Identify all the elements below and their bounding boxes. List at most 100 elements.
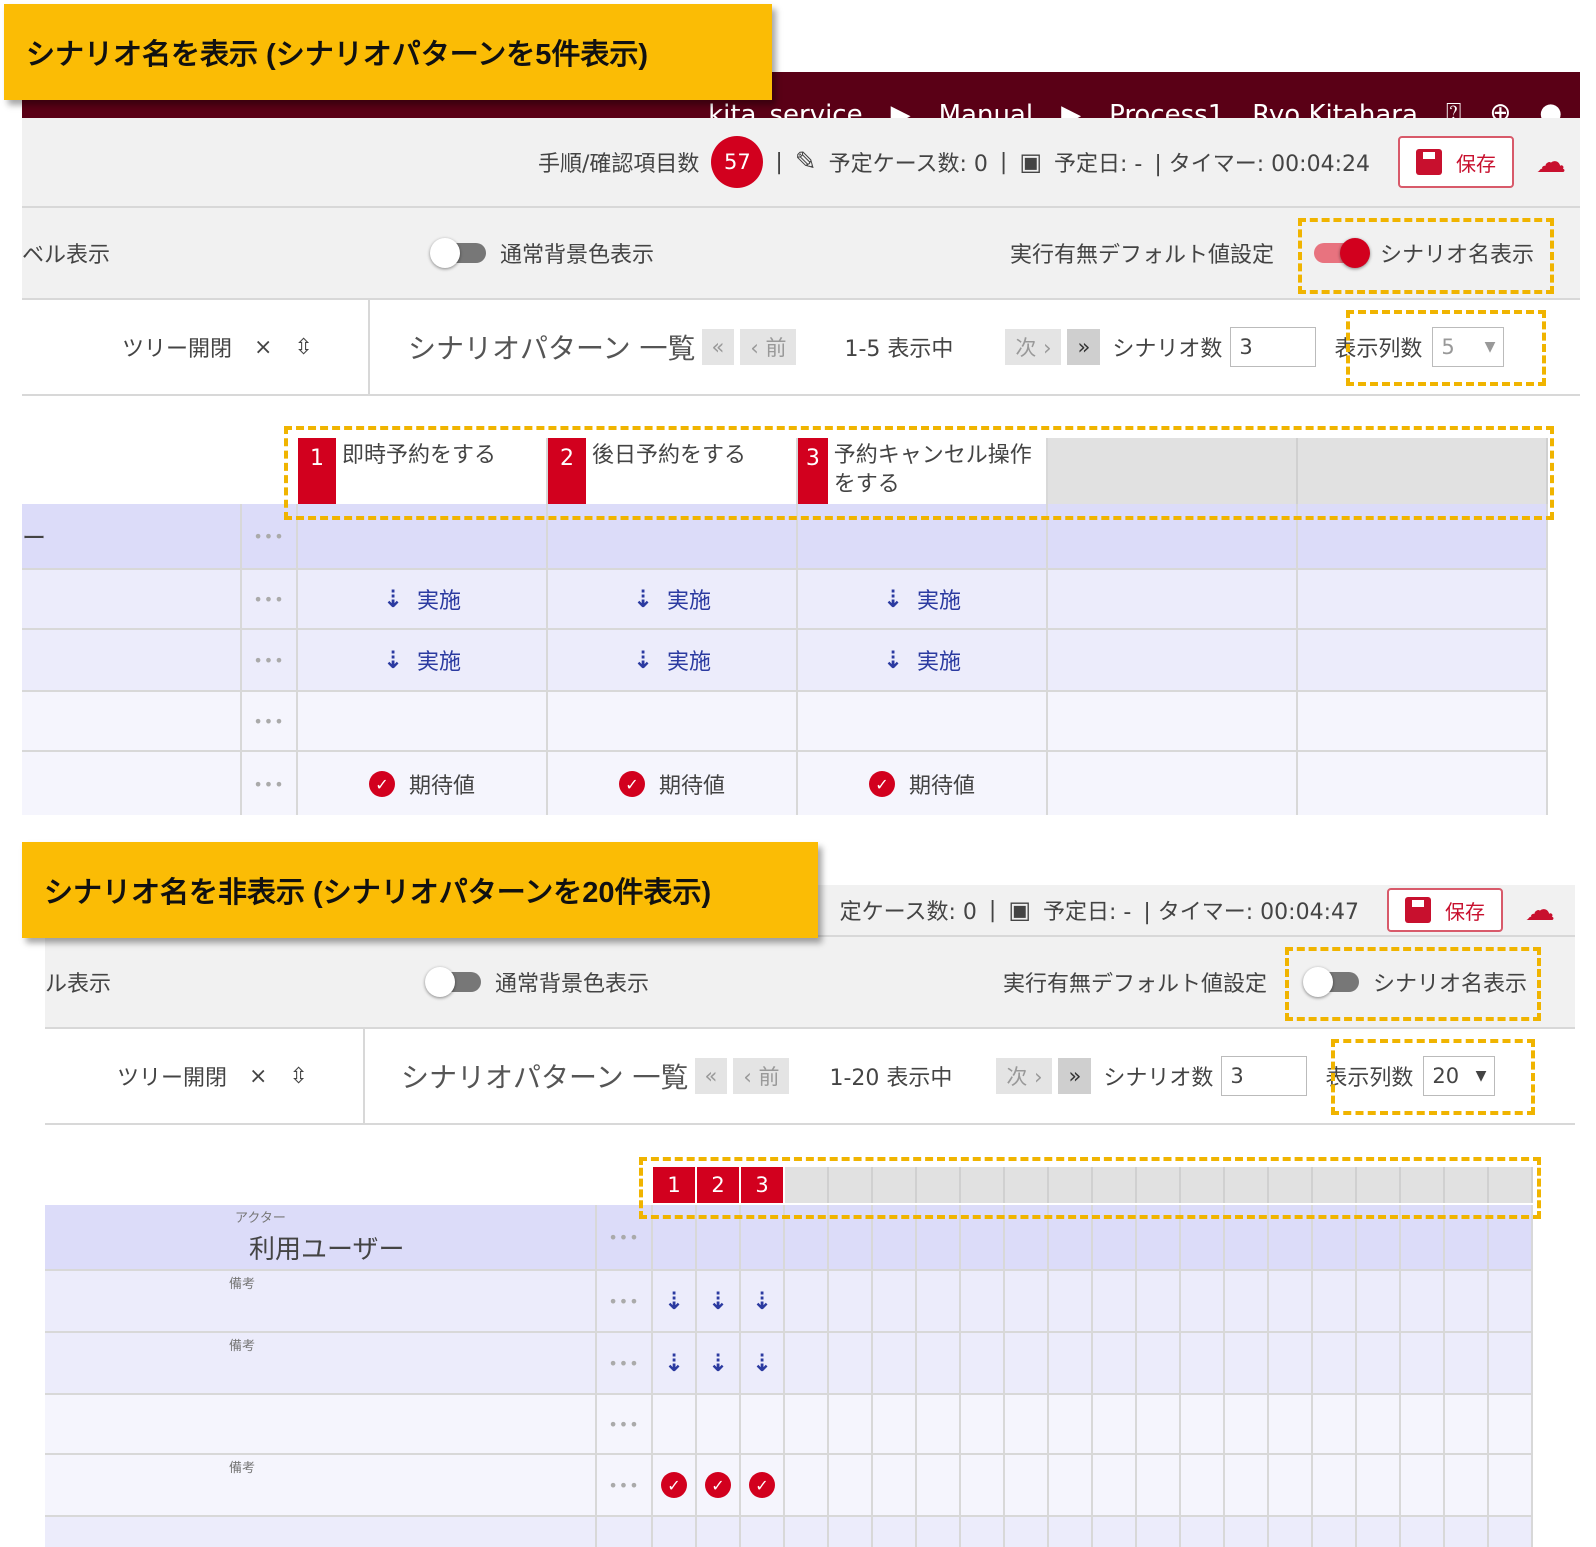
table-cell[interactable]: ✓	[653, 1455, 697, 1515]
table-cell[interactable]	[1313, 1455, 1357, 1515]
scenario-number[interactable]: 1	[653, 1167, 697, 1203]
expand-icon[interactable]: ⇳	[289, 1064, 307, 1089]
table-cell[interactable]	[1357, 1333, 1401, 1393]
table-cell[interactable]	[1181, 1333, 1225, 1393]
scenario-number[interactable]: 2	[697, 1167, 741, 1203]
row-menu-icon[interactable]: •••	[597, 1205, 653, 1269]
save-button[interactable]: 保存	[1387, 888, 1503, 932]
table-cell[interactable]	[1048, 692, 1298, 750]
help-circle-icon[interactable]: ⍰	[1446, 100, 1462, 118]
globe-icon[interactable]: ⊕	[1490, 100, 1512, 118]
table-cell[interactable]	[1313, 1395, 1357, 1453]
table-cell[interactable]	[873, 1517, 917, 1547]
table-cell[interactable]: ⇣	[697, 1333, 741, 1393]
table-cell[interactable]: ⇣	[697, 1271, 741, 1331]
table-cell[interactable]	[1269, 1333, 1313, 1393]
table-cell[interactable]	[1225, 1271, 1269, 1331]
table-cell[interactable]	[1005, 1395, 1049, 1453]
table-cell[interactable]	[1401, 1333, 1445, 1393]
table-cell[interactable]	[829, 1395, 873, 1453]
table-cell[interactable]	[1445, 1517, 1489, 1547]
table-cell[interactable]	[653, 1395, 697, 1453]
table-cell[interactable]	[1137, 1205, 1181, 1269]
table-cell[interactable]	[1298, 752, 1548, 815]
table-cell[interactable]	[829, 1455, 873, 1515]
table-cell[interactable]	[1181, 1455, 1225, 1515]
table-cell[interactable]	[1093, 1517, 1137, 1547]
table-cell[interactable]	[1049, 1455, 1093, 1515]
prev-page-button[interactable]: ‹ 前	[733, 1058, 790, 1094]
table-cell[interactable]	[1489, 1395, 1533, 1453]
table-cell[interactable]	[1489, 1271, 1533, 1331]
table-cell[interactable]	[653, 1517, 697, 1547]
table-cell[interactable]	[785, 1455, 829, 1515]
table-cell[interactable]	[1137, 1517, 1181, 1547]
table-cell[interactable]	[873, 1455, 917, 1515]
table-cell[interactable]	[1269, 1205, 1313, 1269]
table-cell[interactable]	[1225, 1205, 1269, 1269]
table-cell[interactable]	[829, 1205, 873, 1269]
table-cell[interactable]	[961, 1271, 1005, 1331]
table-cell[interactable]	[1181, 1271, 1225, 1331]
table-cell[interactable]	[829, 1517, 873, 1547]
table-cell[interactable]	[1225, 1333, 1269, 1393]
table-cell[interactable]: ⇣	[653, 1333, 697, 1393]
table-cell[interactable]	[1005, 1271, 1049, 1331]
bg-color-toggle[interactable]	[425, 967, 481, 997]
expand-icon[interactable]: ⇳	[294, 335, 312, 360]
row-menu-icon[interactable]: •••	[597, 1333, 653, 1393]
table-cell[interactable]	[798, 692, 1048, 750]
save-button[interactable]: 保存	[1398, 136, 1514, 188]
table-cell[interactable]	[785, 1517, 829, 1547]
table-cell[interactable]	[1225, 1455, 1269, 1515]
table-cell[interactable]	[1093, 1205, 1137, 1269]
table-cell[interactable]	[1049, 1205, 1093, 1269]
row-menu-icon[interactable]: •••	[242, 692, 298, 750]
table-cell[interactable]	[1005, 1517, 1049, 1547]
columns-select[interactable]: 20 ▼	[1423, 1056, 1496, 1096]
table-cell[interactable]: ⇣	[741, 1271, 785, 1331]
table-cell[interactable]	[873, 1333, 917, 1393]
table-cell[interactable]	[1357, 1517, 1401, 1547]
table-cell[interactable]	[1093, 1271, 1137, 1331]
table-cell[interactable]: ⇣ 実施	[298, 630, 548, 690]
table-cell[interactable]	[1489, 1455, 1533, 1515]
table-cell[interactable]: ⇣ 実施	[798, 570, 1048, 628]
cloud-download-icon[interactable]: ☁	[1525, 893, 1555, 928]
table-cell[interactable]: ⇣ 実施	[798, 630, 1048, 690]
table-cell[interactable]	[548, 692, 798, 750]
table-cell[interactable]	[1445, 1205, 1489, 1269]
table-cell[interactable]	[298, 692, 548, 750]
table-cell[interactable]: ⇣	[653, 1271, 697, 1331]
scenario-count-input[interactable]: 3	[1230, 327, 1317, 367]
table-cell[interactable]	[1225, 1517, 1269, 1547]
row-menu-icon[interactable]: •••	[242, 504, 298, 568]
table-cell[interactable]	[1357, 1205, 1401, 1269]
row-menu-icon[interactable]: •••	[597, 1271, 653, 1331]
table-cell[interactable]	[1137, 1271, 1181, 1331]
first-page-button[interactable]: «	[694, 1058, 728, 1094]
table-cell[interactable]	[1049, 1333, 1093, 1393]
table-cell[interactable]	[829, 1271, 873, 1331]
row-menu-icon[interactable]: •••	[242, 752, 298, 815]
table-cell[interactable]	[697, 1517, 741, 1547]
table-cell[interactable]	[917, 1455, 961, 1515]
table-cell[interactable]	[1269, 1395, 1313, 1453]
table-cell[interactable]: ⇣ 実施	[548, 630, 798, 690]
cloud-download-icon[interactable]: ☁	[1536, 145, 1566, 180]
table-cell[interactable]	[697, 1205, 741, 1269]
table-cell[interactable]	[1401, 1271, 1445, 1331]
table-cell[interactable]	[873, 1205, 917, 1269]
table-cell[interactable]	[1401, 1455, 1445, 1515]
collapse-icon[interactable]: ⨯	[254, 335, 272, 360]
table-cell[interactable]	[1181, 1517, 1225, 1547]
table-cell[interactable]	[829, 1333, 873, 1393]
table-cell[interactable]	[785, 1395, 829, 1453]
table-cell[interactable]	[1049, 1395, 1093, 1453]
table-cell[interactable]: ⇣ 実施	[548, 570, 798, 628]
table-cell[interactable]	[1269, 1271, 1313, 1331]
table-cell[interactable]: ✓ 期待値	[548, 752, 798, 815]
last-page-button[interactable]: »	[1058, 1058, 1092, 1094]
table-cell[interactable]: ⇣	[741, 1333, 785, 1393]
table-cell[interactable]	[1093, 1333, 1137, 1393]
